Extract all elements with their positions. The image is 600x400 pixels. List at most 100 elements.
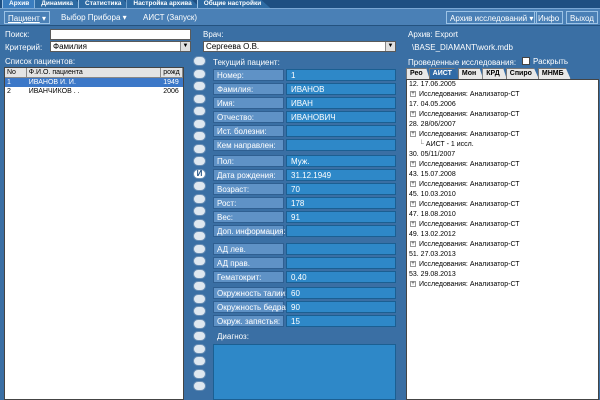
- side-tab[interactable]: [193, 143, 206, 154]
- field-value[interactable]: [286, 139, 396, 151]
- side-tab[interactable]: [193, 81, 206, 91]
- column-header-birth[interactable]: рожд: [161, 68, 183, 77]
- field-value[interactable]: 15: [286, 315, 396, 327]
- side-tab[interactable]: [193, 343, 206, 354]
- side-tab[interactable]: [193, 256, 206, 266]
- side-tab[interactable]: [193, 356, 206, 366]
- study-node[interactable]: + Исследования: Анализатор-СТ: [407, 90, 598, 100]
- side-tab[interactable]: [193, 306, 206, 316]
- expand-checkbox[interactable]: [522, 57, 530, 65]
- study-node[interactable]: + Исследования: Анализатор-СТ: [407, 110, 598, 120]
- study-date-node[interactable]: 49. 13.02.2012: [407, 230, 598, 240]
- tab-statistics[interactable]: Статистика: [78, 0, 131, 8]
- side-tab[interactable]: [193, 218, 206, 229]
- field-value[interactable]: 178: [286, 197, 396, 209]
- side-tab[interactable]: [193, 106, 206, 116]
- expand-icon[interactable]: +: [410, 281, 416, 288]
- study-date-node[interactable]: 17. 04.05.2006: [407, 100, 598, 110]
- study-date-node[interactable]: 30. 05/11/2007: [407, 150, 598, 160]
- search-input[interactable]: [50, 29, 191, 40]
- study-node[interactable]: + Исследования: Анализатор-СТ: [407, 260, 598, 270]
- field-value[interactable]: [286, 243, 396, 255]
- study-archive-menu-button[interactable]: Архив исследований ▾: [446, 11, 538, 24]
- field-value[interactable]: ИВАН: [286, 97, 396, 109]
- chevron-down-icon[interactable]: ▼: [180, 42, 190, 51]
- side-tab[interactable]: [193, 193, 206, 204]
- field-value[interactable]: [286, 125, 396, 137]
- tab-krd[interactable]: КРД: [482, 68, 507, 79]
- side-tab[interactable]: [193, 181, 206, 191]
- side-tab[interactable]: [193, 68, 206, 79]
- column-header-name[interactable]: Ф.И.О. пациента: [27, 68, 162, 77]
- field-value[interactable]: 60: [286, 287, 396, 299]
- side-tab[interactable]: [193, 331, 206, 341]
- tab-general-settings[interactable]: Общие настройки: [196, 0, 271, 8]
- side-tab[interactable]: [193, 281, 206, 291]
- exit-button[interactable]: Выход: [566, 11, 598, 24]
- field-value[interactable]: ИВАНОВИЧ: [286, 111, 396, 123]
- side-tab[interactable]: [193, 231, 206, 241]
- field-value[interactable]: 91: [286, 211, 396, 223]
- expand-icon[interactable]: +: [410, 181, 416, 188]
- side-tab[interactable]: [193, 243, 206, 254]
- tab-aist[interactable]: АИСТ: [428, 68, 459, 79]
- study-subnode[interactable]: └ АИСТ - 1 иссл.: [407, 140, 598, 150]
- field-value[interactable]: 90: [286, 301, 396, 313]
- field-value[interactable]: 0,40: [286, 271, 396, 283]
- field-value[interactable]: [286, 225, 396, 237]
- field-value[interactable]: 1: [286, 69, 396, 81]
- expand-icon[interactable]: +: [410, 241, 416, 248]
- table-row[interactable]: 2 ИВАНЧИКОВ . . 2006: [5, 87, 183, 96]
- column-header-no[interactable]: No: [5, 68, 27, 77]
- study-date-node[interactable]: 43. 15.07.2008: [407, 170, 598, 180]
- study-date-node[interactable]: 51. 27.03.2013: [407, 250, 598, 260]
- study-node[interactable]: + Исследования: Анализатор-СТ: [407, 160, 598, 170]
- tab-archive-settings[interactable]: Настройка архива: [126, 0, 201, 8]
- tab-dynamics[interactable]: Динамика: [34, 0, 83, 8]
- field-value[interactable]: Муж.: [286, 155, 396, 167]
- field-value[interactable]: 31.12.1949: [286, 169, 396, 181]
- tab-reo[interactable]: Рео: [406, 68, 430, 79]
- chevron-down-icon[interactable]: ▼: [385, 42, 395, 51]
- field-value[interactable]: [286, 257, 396, 269]
- field-value[interactable]: 70: [286, 183, 396, 195]
- expand-icon[interactable]: +: [410, 221, 416, 228]
- study-node[interactable]: + Исследования: Анализатор-СТ: [407, 180, 598, 190]
- side-tab-active[interactable]: И: [193, 168, 206, 179]
- side-tab[interactable]: [193, 131, 206, 141]
- expand-icon[interactable]: +: [410, 161, 416, 168]
- expand-icon[interactable]: +: [410, 201, 416, 208]
- study-date-node[interactable]: 47. 18.08.2010: [407, 210, 598, 220]
- side-tab[interactable]: [193, 293, 206, 304]
- side-tab[interactable]: [193, 93, 206, 104]
- study-node[interactable]: + Исследования: Анализатор-СТ: [407, 240, 598, 250]
- expand-icon[interactable]: +: [410, 261, 416, 268]
- device-select-button[interactable]: Выбор Прибора ▾: [58, 11, 130, 24]
- study-date-node[interactable]: 53. 29.08.2013: [407, 270, 598, 280]
- expand-icon[interactable]: +: [410, 111, 416, 118]
- side-tab[interactable]: [193, 56, 206, 66]
- patient-menu-button[interactable]: Пациент ▾: [4, 11, 51, 24]
- tab-spiro[interactable]: Спиро: [505, 68, 539, 79]
- side-tab[interactable]: [193, 206, 206, 216]
- table-row[interactable]: 1 ИВАНОВ И. И. 1949: [5, 78, 183, 87]
- study-node[interactable]: + Исследования: Анализатор-СТ: [407, 130, 598, 140]
- tab-mon[interactable]: Мон: [457, 68, 484, 79]
- side-tab[interactable]: [193, 318, 206, 329]
- side-tab[interactable]: [193, 381, 206, 391]
- aist-launch-button[interactable]: АИСТ (Запуск): [140, 11, 200, 24]
- side-tab[interactable]: [193, 118, 206, 129]
- side-tab[interactable]: [193, 156, 206, 166]
- criterion-select[interactable]: Фамилия ▼: [50, 41, 191, 52]
- tab-mnmb[interactable]: МНМБ: [537, 68, 571, 79]
- study-node[interactable]: + Исследования: Анализатор-СТ: [407, 220, 598, 230]
- study-node[interactable]: + Исследования: Анализатор-СТ: [407, 280, 598, 290]
- info-button[interactable]: Инфо: [534, 11, 564, 24]
- side-tab[interactable]: [193, 368, 206, 379]
- doctor-select[interactable]: Сергеева О.В. ▼: [203, 41, 396, 52]
- study-node[interactable]: + Исследования: Анализатор-СТ: [407, 200, 598, 210]
- expand-icon[interactable]: +: [410, 131, 416, 138]
- tab-archive[interactable]: Архив: [2, 0, 39, 8]
- study-date-node[interactable]: 28. 28/06/2007: [407, 120, 598, 130]
- study-date-node[interactable]: 45. 10.03.2010: [407, 190, 598, 200]
